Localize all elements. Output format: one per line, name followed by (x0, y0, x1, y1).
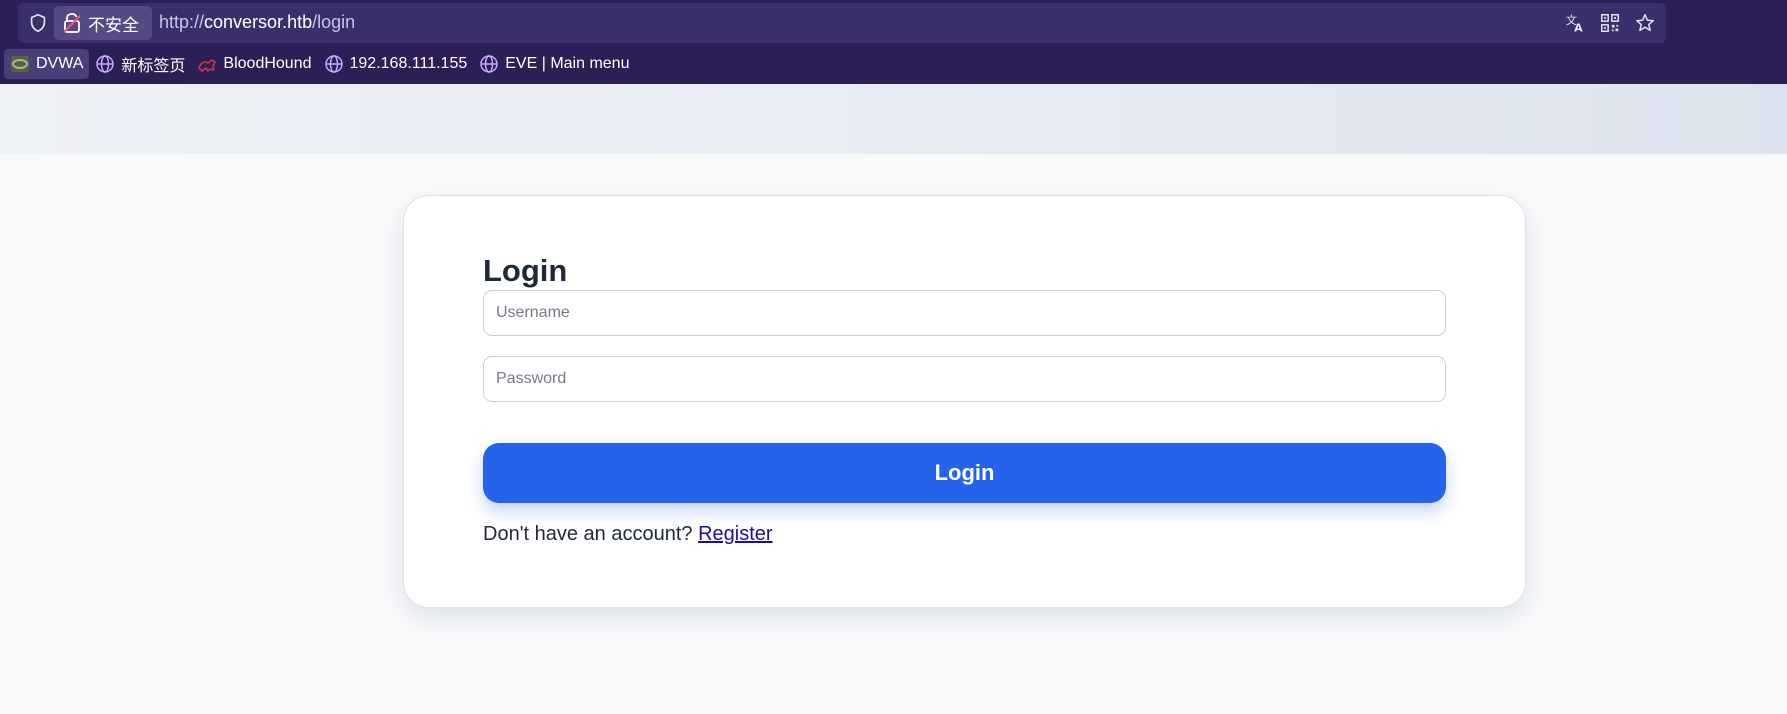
svg-text:A: A (1574, 21, 1583, 34)
bookmark-bloodhound[interactable]: BloodHound (191, 49, 317, 79)
bookmark-star-icon[interactable] (1634, 12, 1656, 34)
bookmarks-bar: DVWA 新标签页 BloodHound 192.168.111.155 EVE… (4, 49, 635, 79)
address-bar[interactable]: 不安全 http://conversor.htb/login 文 A (18, 3, 1666, 43)
bookmark-ip[interactable]: 192.168.111.155 (318, 49, 474, 79)
shield-icon[interactable] (27, 12, 49, 34)
security-label: 不安全 (88, 15, 139, 35)
password-input[interactable] (483, 356, 1446, 402)
bookmark-new-tab[interactable]: 新标签页 (89, 49, 191, 79)
bookmark-eve[interactable]: EVE | Main menu (473, 49, 635, 79)
url-host: conversor.htb (204, 12, 313, 32)
url-scheme: http:// (159, 12, 205, 32)
register-prompt-row: Don't have an account? Register (483, 523, 773, 546)
bookmark-label: DVWA (36, 55, 84, 72)
qr-code-icon[interactable] (1599, 12, 1621, 34)
bookmark-label: 192.168.111.155 (349, 55, 468, 72)
dvwa-icon (11, 56, 29, 72)
page-title: Login (483, 253, 568, 288)
site-security-indicator[interactable]: 不安全 (54, 6, 152, 40)
login-button[interactable]: Login (483, 443, 1446, 503)
register-link[interactable]: Register (698, 523, 772, 545)
url-path: /login (312, 12, 356, 32)
globe-icon (96, 55, 115, 73)
url-text[interactable]: http://conversor.htb/login (159, 12, 355, 33)
page-header-band (0, 84, 1787, 154)
bloodhound-icon (198, 59, 217, 72)
bookmark-label: BloodHound (223, 55, 312, 72)
browser-chrome: 不安全 http://conversor.htb/login 文 A DVWA … (0, 0, 1787, 84)
globe-icon (480, 55, 498, 73)
translate-icon[interactable]: 文 A (1564, 12, 1586, 34)
bookmark-label: EVE | Main menu (505, 55, 630, 72)
bookmark-dvwa[interactable]: DVWA (4, 49, 90, 79)
register-prompt: Don't have an account? (483, 523, 693, 545)
login-card: Login Login Don't have an account? Regis… (403, 195, 1526, 608)
insecure-lock-icon (63, 13, 81, 33)
globe-icon (324, 55, 343, 73)
username-input[interactable] (483, 290, 1446, 336)
bookmark-label: 新标签页 (121, 58, 186, 75)
